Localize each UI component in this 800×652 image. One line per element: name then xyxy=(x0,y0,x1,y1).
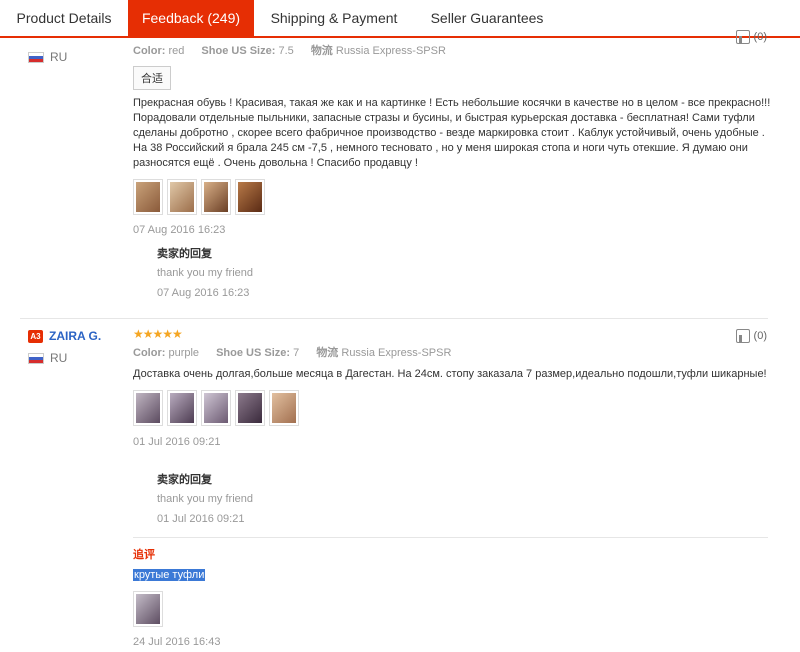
helpful-count: (0) xyxy=(753,30,767,43)
reviewer-info: A3 ZAIRA G. RU xyxy=(28,329,101,365)
review-meta: Color: red Shoe US Size: 7.5 物流 Russia E… xyxy=(133,43,773,59)
color-label: Color: xyxy=(133,45,166,57)
review-photo[interactable] xyxy=(133,179,163,215)
review-item: A3 ZAIRA G. RU (0) ★★★★★ Color: purple Sh… xyxy=(0,327,800,652)
review-photo[interactable] xyxy=(201,390,231,426)
size-label: Shoe US Size: xyxy=(201,45,276,57)
additional-date: 24 Jul 2016 16:43 xyxy=(133,636,221,648)
size-label: Shoe US Size: xyxy=(216,347,291,359)
tab-feedback[interactable]: Feedback (249) xyxy=(128,0,254,37)
review-date: 07 Aug 2016 16:23 xyxy=(133,224,226,236)
additional-divider xyxy=(133,537,768,538)
review-photo[interactable] xyxy=(235,179,265,215)
country-code: RU xyxy=(50,50,68,64)
review-content: Color: red Shoe US Size: 7.5 物流 Russia E… xyxy=(133,43,773,237)
member-level-badge: A3 xyxy=(28,329,43,343)
reply-text: thank you my friend xyxy=(157,267,253,279)
review-meta: Color: purple Shoe US Size: 7 物流 Russia … xyxy=(133,345,773,361)
shipping-label: 物流 xyxy=(310,45,333,57)
rating-stars: ★★★★★ xyxy=(133,327,183,341)
review-photo[interactable] xyxy=(201,179,231,215)
shipping-label: 物流 xyxy=(316,347,339,359)
russia-flag-icon xyxy=(28,353,44,365)
reviewer-info: RU xyxy=(28,50,67,64)
country-code: RU xyxy=(50,351,68,365)
size-value: 7.5 xyxy=(278,45,294,57)
review-photo[interactable] xyxy=(133,390,163,426)
additional-feedback-label: 追评 xyxy=(133,549,155,561)
shipping-value: Russia Express-SPSR xyxy=(341,347,452,359)
review-photo[interactable] xyxy=(269,390,299,426)
color-value: purple xyxy=(168,347,200,359)
review-text: Доставка очень долгая,больше месяца в Да… xyxy=(133,368,767,380)
review-item: RU (0) Color: red Shoe US Size: 7.5 物流 R… xyxy=(0,30,800,318)
reviewer-country: RU xyxy=(28,351,101,365)
size-value: 7 xyxy=(293,347,300,359)
tab-product-details[interactable]: Product Details xyxy=(0,0,128,36)
reviewer-name[interactable]: ZAIRA G. xyxy=(49,329,101,343)
reply-title: 卖家的回复 xyxy=(157,474,212,486)
color-label: Color: xyxy=(133,347,166,359)
review-photos xyxy=(133,179,773,215)
review-text: Прекрасная обувь ! Красивая, такая же ка… xyxy=(133,97,771,169)
review-content: ★★★★★ Color: purple Shoe US Size: 7 物流 R… xyxy=(133,327,773,449)
review-date: 01 Jul 2016 09:21 xyxy=(133,436,221,448)
additional-feedback: 追评 крутые туфли 24 Jul 2016 16:43 xyxy=(133,546,773,649)
additional-feedback-text: крутые туфли xyxy=(133,569,206,581)
review-photo[interactable] xyxy=(167,390,197,426)
shipping-value: Russia Express-SPSR xyxy=(335,45,446,57)
seller-reply: 卖家的回复 thank you my friend 01 Jul 2016 09… xyxy=(157,473,253,526)
review-divider xyxy=(20,318,768,319)
review-photo[interactable] xyxy=(235,390,265,426)
reply-date: 07 Aug 2016 16:23 xyxy=(157,287,250,299)
review-photo[interactable] xyxy=(133,591,163,627)
reviewer-country: RU xyxy=(28,50,67,64)
color-value: red xyxy=(168,45,185,57)
reply-title: 卖家的回复 xyxy=(157,248,212,260)
tab-bar: Product Details Feedback (249) Shipping … xyxy=(0,0,800,38)
thumbs-up-icon xyxy=(735,30,750,44)
seller-reply: 卖家的回复 thank you my friend 07 Aug 2016 16… xyxy=(157,247,253,300)
russia-flag-icon xyxy=(28,52,44,64)
review-photos xyxy=(133,390,773,426)
review-photo[interactable] xyxy=(167,179,197,215)
additional-photos xyxy=(133,591,773,627)
reply-date: 01 Jul 2016 09:21 xyxy=(157,513,245,525)
review-tag: 合适 xyxy=(133,66,171,90)
helpful-button[interactable]: (0) xyxy=(735,30,767,44)
tab-seller-guarantees[interactable]: Seller Guarantees xyxy=(414,0,560,36)
tab-shipping-payment[interactable]: Shipping & Payment xyxy=(254,0,414,36)
reply-text: thank you my friend xyxy=(157,493,253,505)
